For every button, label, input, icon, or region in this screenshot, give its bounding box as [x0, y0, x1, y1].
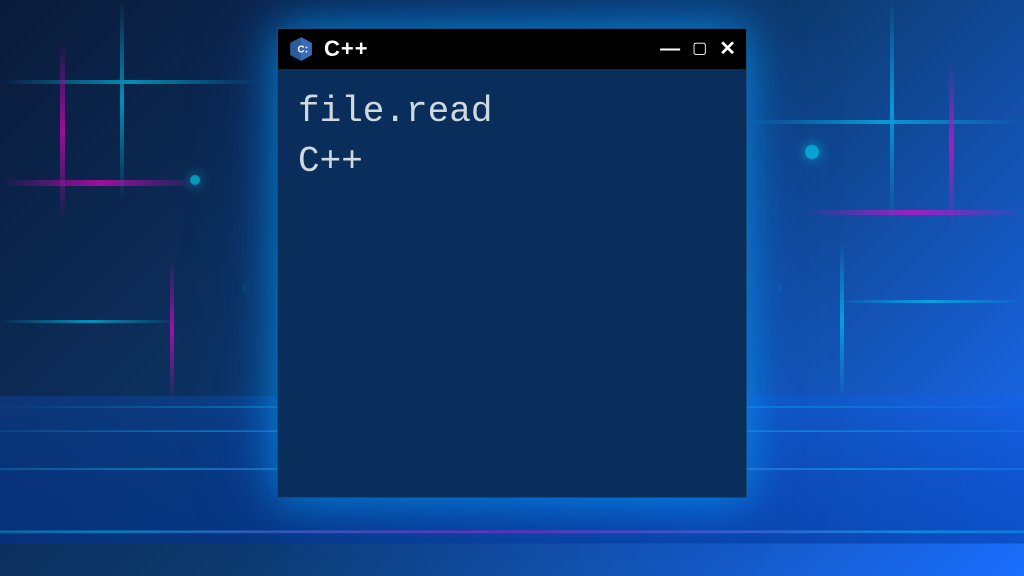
- maximize-button[interactable]: ▢: [692, 41, 707, 57]
- app-window: C + + C++ — ▢ ✕ file.read C++: [277, 28, 747, 498]
- window-controls: — ▢ ✕: [660, 39, 736, 59]
- minimize-button[interactable]: —: [660, 39, 680, 59]
- code-line: file.read: [298, 87, 726, 137]
- titlebar[interactable]: C + + C++ — ▢ ✕: [278, 29, 746, 69]
- code-line: C++: [298, 137, 726, 187]
- svg-text:+: +: [305, 50, 308, 55]
- close-button[interactable]: ✕: [719, 39, 736, 59]
- svg-text:C: C: [297, 44, 304, 55]
- window-title: C++: [324, 36, 650, 62]
- editor-content: file.read C++: [278, 69, 746, 206]
- cpp-logo-icon: C + +: [288, 36, 314, 62]
